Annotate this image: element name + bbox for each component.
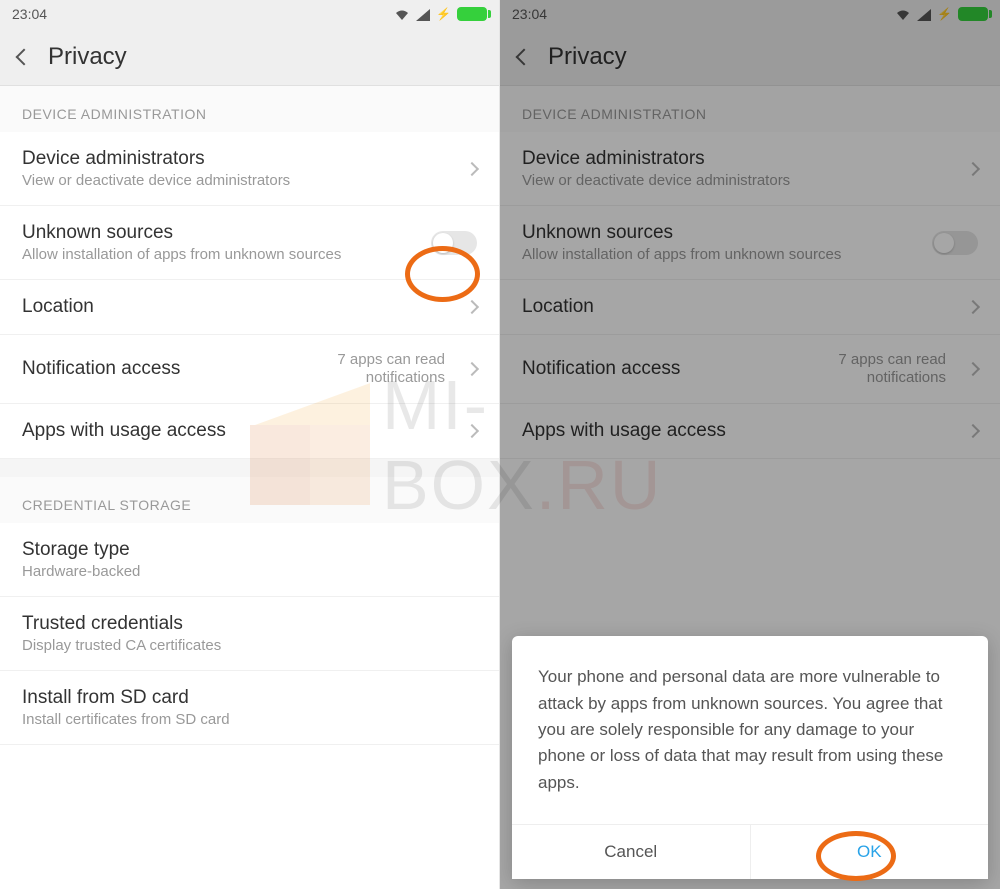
charging-icon: ⚡	[436, 7, 451, 21]
item-install-from-sd[interactable]: Install from SD card Install certificate…	[0, 671, 499, 745]
item-unknown-sources[interactable]: Unknown sources Allow installation of ap…	[0, 206, 499, 280]
dialog-message: Your phone and personal data are more vu…	[512, 636, 988, 824]
battery-icon	[457, 7, 487, 21]
item-device-administrators[interactable]: Device administrators View or deactivate…	[0, 132, 499, 206]
section-device-admin: DEVICE ADMINISTRATION	[0, 86, 499, 132]
wifi-icon	[394, 8, 410, 20]
confirm-dialog: Your phone and personal data are more vu…	[512, 636, 988, 879]
item-notification-access[interactable]: Notification access 7 apps can read noti…	[0, 335, 499, 404]
item-subtitle: Install certificates from SD card	[22, 711, 477, 728]
item-subtitle: Display trusted CA certificates	[22, 637, 477, 654]
item-trusted-credentials[interactable]: Trusted credentials Display trusted CA c…	[0, 597, 499, 671]
item-title: Trusted credentials	[22, 613, 477, 635]
clock-text: 23:04	[12, 6, 47, 22]
chevron-right-icon	[465, 161, 479, 175]
item-location[interactable]: Location	[0, 280, 499, 335]
item-subtitle: View or deactivate device administrators	[22, 172, 445, 189]
statusbar: 23:04 ⚡	[0, 0, 499, 28]
item-apps-usage-access[interactable]: Apps with usage access	[0, 404, 499, 459]
item-title: Unknown sources	[22, 222, 417, 244]
section-credential-storage: CREDENTIAL STORAGE	[0, 477, 499, 523]
item-subtitle: Hardware-backed	[22, 563, 477, 580]
chevron-right-icon	[465, 424, 479, 438]
phone-screen-right: 23:04 ⚡ Privacy DEVICE ADMINISTRATION De…	[500, 0, 1000, 889]
section-gap	[0, 459, 499, 477]
item-title: Install from SD card	[22, 687, 477, 709]
page-title: Privacy	[48, 43, 127, 71]
item-title: Location	[22, 296, 445, 318]
item-title: Storage type	[22, 539, 477, 561]
chevron-right-icon	[465, 362, 479, 376]
cancel-button[interactable]: Cancel	[512, 825, 751, 879]
chevron-right-icon	[465, 300, 479, 314]
page-header: Privacy	[0, 28, 499, 86]
item-value: 7 apps can read notifications	[315, 351, 445, 387]
unknown-sources-toggle[interactable]	[431, 231, 477, 255]
item-title: Device administrators	[22, 148, 445, 170]
signal-icon	[416, 8, 430, 20]
back-icon[interactable]	[16, 48, 33, 65]
item-title: Notification access	[22, 358, 301, 380]
item-storage-type[interactable]: Storage type Hardware-backed	[0, 523, 499, 597]
item-title: Apps with usage access	[22, 420, 445, 442]
phone-screen-left: 23:04 ⚡ Privacy DEVICE ADMINISTRATION De…	[0, 0, 500, 889]
ok-button[interactable]: OK	[751, 825, 989, 879]
item-subtitle: Allow installation of apps from unknown …	[22, 246, 417, 263]
